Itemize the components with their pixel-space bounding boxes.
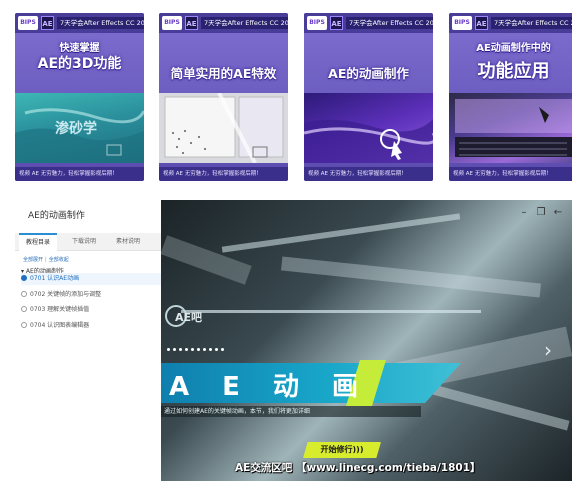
ae-badge: AE xyxy=(185,16,198,30)
course-cards: BIPS AE 7天学会After Effects CC 2015 10 快速掌… xyxy=(15,13,572,183)
brand-logo: BIPS xyxy=(452,16,472,30)
play-bullet-icon xyxy=(21,275,27,281)
sea-3d-text-illustration: 渗砂学 xyxy=(15,108,144,163)
card-thumbnail xyxy=(159,92,288,164)
course-outline-panel: AE的动画制作 教程目录 下载说明 素材说明 全部展开 | 全部收起 ▾ AE的动画… xyxy=(15,200,161,481)
card-footer-text: 视频 AE 无穷魅力，轻松掌握影视后期！ xyxy=(304,167,433,181)
card-thumbnail: 渗砂学 xyxy=(15,93,144,163)
course-card[interactable]: BIPS AE 7天学会After Effects CC 2015 7 AE的动… xyxy=(304,13,433,181)
light-streak xyxy=(221,213,461,253)
purple-sea-illustration xyxy=(304,119,433,163)
course-card[interactable]: BIPS AE 7天学会After Effects CC 2015 9 简单实用… xyxy=(159,13,288,181)
expand-all-link[interactable]: 全部展开 xyxy=(23,257,43,263)
ae-badge: AE xyxy=(475,16,488,30)
ae-badge: AE xyxy=(330,16,343,30)
brand-logo: BIPS xyxy=(18,16,38,30)
card-footer-text: 视频 AE 无穷魅力，轻松掌握影视后期！ xyxy=(449,167,572,181)
lesson-label: 0704 认识图表编辑器 xyxy=(30,322,90,329)
light-streak xyxy=(181,310,481,313)
course-card[interactable]: BIPS AE 7天学会After Effects CC 2015 8 AE动画… xyxy=(449,13,572,181)
lesson-label: 0702 关键帧的添加与调整 xyxy=(30,291,102,298)
lesson-item[interactable]: 0701 认识AE动画 xyxy=(21,273,161,285)
svg-text:渗砂学: 渗砂学 xyxy=(55,120,97,137)
card-thumbnail xyxy=(304,93,433,163)
separator: | xyxy=(45,257,47,263)
collapse-all-link[interactable]: 全部收起 xyxy=(49,257,69,263)
card-title: 简单实用的AE特效 xyxy=(170,66,277,81)
course-card[interactable]: BIPS AE 7天学会After Effects CC 2015 10 快速掌… xyxy=(15,13,144,181)
brand-logo: BIPS xyxy=(307,16,327,30)
dotted-line xyxy=(167,336,317,351)
panel-title: AE的动画制作 xyxy=(28,211,85,221)
watermark-text: AE交流区吧 【www.linecg.com/tieba/1801】 xyxy=(235,462,481,474)
ae-badge: AE xyxy=(41,16,54,30)
bullet-icon xyxy=(21,306,27,312)
bullet-icon xyxy=(21,322,27,328)
card-footer-text: 视频 AE 无穷魅力，轻松掌握影视后期！ xyxy=(15,167,144,181)
lesson-label: 0703 理解关键帧插值 xyxy=(30,306,90,313)
chevron-right-icon[interactable]: › xyxy=(544,338,562,362)
page: BIPS AE 7天学会After Effects CC 2015 10 快速掌… xyxy=(0,0,572,481)
video-player[interactable]: – ❐ ← AE吧 › A E 动 画 通过如何创建AE的关键帧动画，本节，我们… xyxy=(161,200,572,481)
start-button[interactable]: 开始修行))) xyxy=(303,442,381,458)
dark-timeline-illustration xyxy=(455,99,572,157)
card-title-line1: AE动画制作中的 xyxy=(476,43,551,54)
video-title: A E 动 画 xyxy=(169,372,371,402)
light-streak xyxy=(161,235,252,285)
tab-contents[interactable]: 教程目录 xyxy=(19,233,57,251)
minimize-icon[interactable]: – xyxy=(518,207,530,219)
brand-logo: BIPS xyxy=(162,16,182,30)
lesson-item[interactable]: 0703 理解关键帧插值 xyxy=(21,304,161,316)
bullet-icon xyxy=(21,291,27,297)
panel-tabs: 教程目录 下载说明 素材说明 xyxy=(15,233,161,251)
document-effect-illustration xyxy=(164,92,284,164)
lesson-item[interactable]: 0704 认识图表编辑器 xyxy=(21,320,161,332)
card-thumbnail xyxy=(449,93,572,163)
lesson-item[interactable]: 0702 关键帧的添加与调整 xyxy=(21,289,161,301)
restore-icon[interactable]: ❐ xyxy=(535,207,547,219)
ae-logo-text: AE吧 xyxy=(175,311,203,324)
card-series-label: 7天学会After Effects CC 2015 7 xyxy=(346,17,433,29)
tab-download-notes[interactable]: 下载说明 xyxy=(65,233,103,251)
tab-materials-notes[interactable]: 素材说明 xyxy=(109,233,147,251)
back-icon[interactable]: ← xyxy=(552,207,564,219)
card-title-line1: 快速掌握 xyxy=(59,43,100,54)
card-title-line2: AE的3D功能 xyxy=(37,56,122,72)
card-series-label: 7天学会After Effects CC 2015 8 xyxy=(491,17,572,29)
lesson-label: 0701 认识AE动画 xyxy=(30,275,80,282)
card-title-line2: 功能应用 xyxy=(477,61,550,82)
expand-collapse-links: 全部展开 | 全部收起 xyxy=(23,256,69,263)
card-series-label: 7天学会After Effects CC 2015 10 xyxy=(57,17,144,29)
light-streak xyxy=(280,256,542,298)
card-footer-text: 视频 AE 无穷魅力，轻松掌握影视后期！ xyxy=(159,167,288,181)
video-subtitle: 通过如何创建AE的关键帧动画，本节，我们将更加详细 xyxy=(161,406,421,417)
card-series-label: 7天学会After Effects CC 2015 9 xyxy=(201,17,288,29)
card-title: AE的动画制作 xyxy=(328,66,409,81)
